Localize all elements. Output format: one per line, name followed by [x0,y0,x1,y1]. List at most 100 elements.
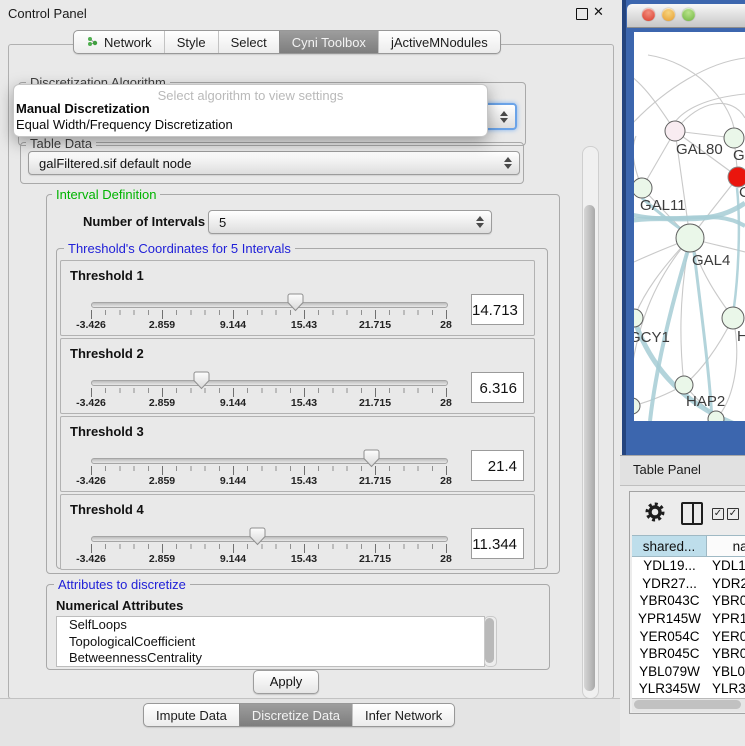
table-cell: YBL0 [707,663,745,681]
threshold-value-field[interactable]: 11.344 [471,528,524,559]
table-row[interactable]: YDR27...YDR2 [632,575,745,593]
threshold-slider-track[interactable] [91,380,448,386]
slider-tick-label: 21.715 [359,319,391,331]
slider-tick-label: 2.859 [149,319,175,331]
table-data-value: galFiltered.sif default node [39,156,191,171]
slider-tick-label: -3.426 [76,397,106,409]
network-node[interactable] [722,307,744,329]
tab-infer-network[interactable]: Infer Network [352,704,454,726]
slider-tick-label: -3.426 [76,319,106,331]
threshold-slider-thumb[interactable] [193,371,210,390]
network-node[interactable] [675,376,693,394]
threshold-slider-thumb[interactable] [249,527,266,546]
threshold-slider-thumb[interactable] [363,449,380,468]
column-header-shared-name[interactable]: shared... [632,535,707,557]
float-window-icon[interactable] [576,8,588,20]
algorithm-option-manual[interactable]: Manual Discretization [16,101,150,116]
network-edge[interactable] [675,94,745,122]
threshold-value-field[interactable]: 21.4 [471,450,524,481]
network-edge[interactable] [634,70,675,131]
tab-jactivemnodules[interactable]: jActiveMNodules [378,31,500,53]
show-columns-icon[interactable] [681,502,703,525]
network-node[interactable] [676,224,704,252]
node-table[interactable]: shared...nameYDL19...YDL1YDR27...YDR2YBR… [632,535,745,700]
network-node[interactable] [724,128,744,148]
close-traffic-light-icon[interactable] [642,8,655,21]
column-header-name[interactable]: name [707,535,745,557]
threshold-panel-3: Threshold 3-3.4262.8599.14415.4321.71528… [60,416,535,492]
network-node[interactable] [634,398,640,414]
table-row[interactable]: YDL19...YDL1 [632,557,745,575]
cyni-mode-tabs: Impute DataDiscretize DataInfer Network [143,703,455,727]
table-cell: YBR0 [707,645,745,663]
slider-major-ticks [91,388,447,397]
tab-cyni-toolbox[interactable]: Cyni Toolbox [279,31,378,53]
threshold-slider-track[interactable] [91,458,448,464]
network-node[interactable] [634,178,652,198]
table-row[interactable]: YER054CYER0 [632,627,745,645]
table-horizontal-scrollbar-thumb[interactable] [634,700,741,709]
minimize-traffic-light-icon[interactable] [662,8,675,21]
slider-tick-label: 21.715 [359,475,391,487]
network-node[interactable] [665,121,685,141]
algorithm-option-equal-width[interactable]: Equal Width/Frequency Discretization [16,117,233,132]
attributes-group-title: Attributes to discretize [54,577,190,592]
network-icon [86,36,99,49]
attribute-list-item[interactable]: BetweennessCentrality [57,650,484,667]
table-row[interactable]: YBL079WYBL0 [632,663,745,681]
network-edge[interactable] [648,55,734,128]
slider-tick-label: 15.43 [291,553,317,565]
threshold-value-field[interactable]: 6.316 [471,372,524,403]
tab-discretize-data[interactable]: Discretize Data [239,704,352,726]
table-row[interactable]: YBR045CYBR0 [632,645,745,663]
threshold-slider-track[interactable] [91,302,448,308]
threshold-slider-thumb[interactable] [287,293,304,312]
slider-tick-label: 21.715 [359,553,391,565]
slider-tick-label: 2.859 [149,397,175,409]
table-row[interactable]: YLR345WYLR3 [632,680,745,698]
threshold-label: Threshold 1 [70,268,144,283]
attribute-list-item[interactable]: SelfLoops [57,617,484,634]
select-all-checkbox-icon[interactable]: ✓ [712,508,724,520]
table-row[interactable]: YPR145WYPR1 [632,610,745,628]
slider-tick-label: 9.144 [220,475,246,487]
slider-tick-label: 2.859 [149,475,175,487]
number-of-intervals-combobox[interactable]: 5 [208,210,492,234]
network-node-label: C [739,184,745,201]
network-canvas[interactable]: GAL80GACGAL11GAL4GCY1HHAP2 [634,32,745,421]
close-icon[interactable]: ✕ [593,4,604,20]
attributes-list-scrollbar-thumb[interactable] [485,618,494,663]
table-cell: YLR345W [632,680,707,698]
network-edge[interactable] [675,103,745,131]
slider-tick-label: 28 [440,397,452,409]
numerical-attributes-list[interactable]: SelfLoopsTopologicalCoefficientBetweenne… [56,616,485,667]
panel-scrollbar-thumb[interactable] [584,205,595,691]
table-header-row: shared...name [632,535,745,557]
network-node-label: H [737,328,745,345]
attribute-list-item[interactable]: TopologicalCoefficient [57,634,484,651]
tab-select[interactable]: Select [218,31,279,53]
threshold-label: Threshold 2 [70,346,144,361]
tab-network[interactable]: Network [74,31,164,53]
slider-tick-label: -3.426 [76,553,106,565]
zoom-traffic-light-icon[interactable] [682,8,695,21]
tab-impute-data[interactable]: Impute Data [144,704,239,726]
slider-tick-label: 15.43 [291,319,317,331]
slider-tick-label: -3.426 [76,475,106,487]
threshold-slider-track[interactable] [91,536,448,542]
tab-style[interactable]: Style [164,31,218,53]
table-row[interactable]: YBR043CYBR0 [632,592,745,610]
table-data-combobox[interactable]: galFiltered.sif default node [28,151,520,175]
slider-tick-label: 15.43 [291,397,317,409]
threshold-value-field[interactable]: 14.713 [471,294,524,325]
tab-label: Select [231,35,267,50]
numerical-attributes-label: Numerical Attributes [56,598,183,613]
select-none-checkbox-icon[interactable]: ✓ [727,508,739,520]
slider-tick-label: 2.859 [149,553,175,565]
threshold-panel-1: Threshold 1-3.4262.8599.14415.4321.71528… [60,260,535,336]
apply-button[interactable]: Apply [253,670,319,694]
table-cell: YDR27... [632,575,707,593]
gear-icon[interactable] [644,501,666,523]
network-node-label: GA [733,147,745,164]
table-cell: YER0 [707,627,745,645]
